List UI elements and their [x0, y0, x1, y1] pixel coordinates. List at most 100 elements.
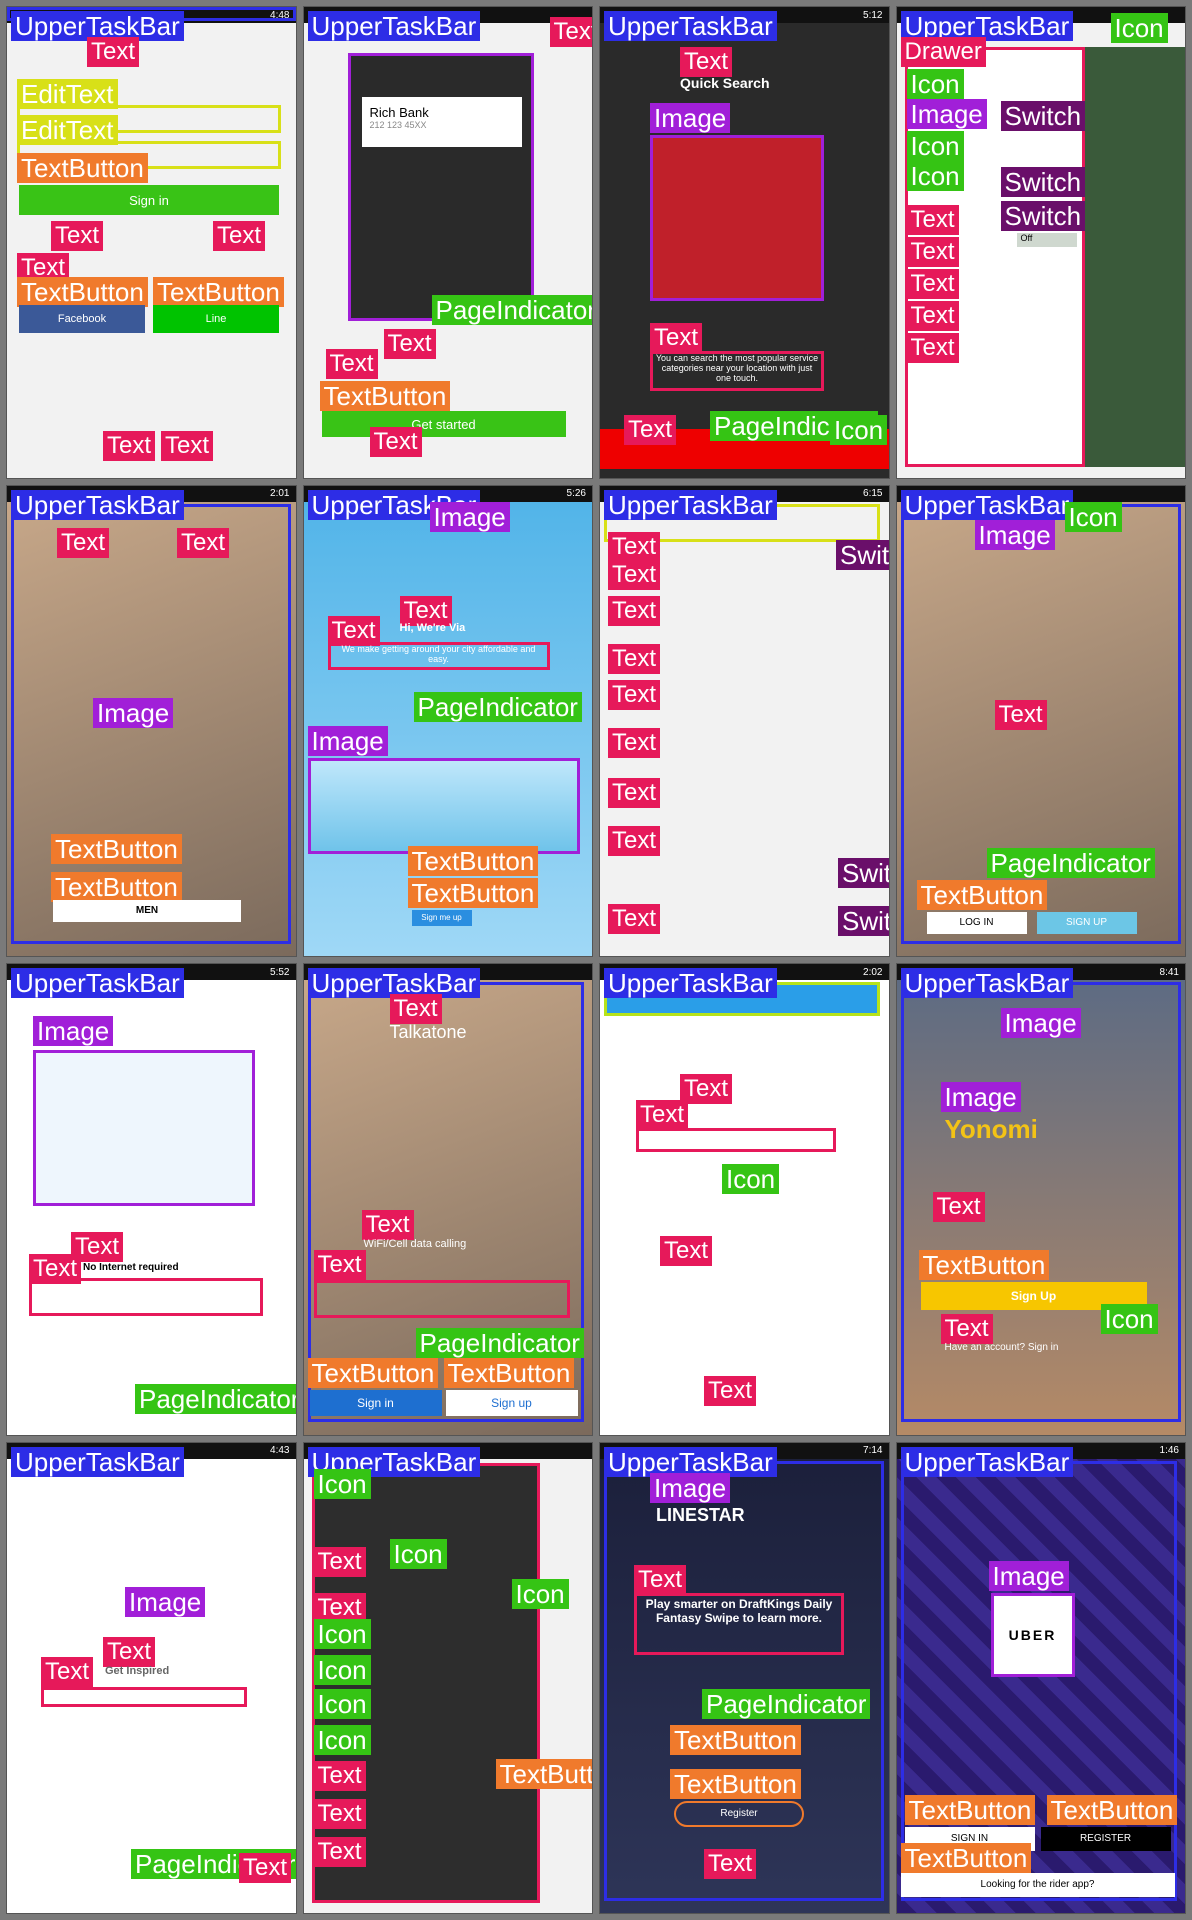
uppertaskbar-tag: UpperTaskBar — [604, 489, 777, 520]
text-tag-3: Text — [624, 415, 677, 445]
status-time: 8:41 — [1159, 966, 1179, 978]
text-tag-4: Text — [906, 301, 959, 331]
sign-me-up-button[interactable]: Sign me up — [411, 909, 472, 926]
text-tag-2: Text — [636, 1100, 689, 1130]
text-tag-3: Text — [213, 221, 266, 251]
textbutton-tag-2: TextButton — [51, 871, 182, 902]
screen-3: 5:12 UpperTaskBar Text Quick Search Imag… — [599, 6, 890, 479]
switch-tag-3: Switch — [838, 905, 889, 936]
text-tag-2: Text — [704, 1848, 757, 1879]
sign-up-button[interactable]: Sign up — [445, 1390, 578, 1416]
login-button[interactable]: LOG IN — [926, 911, 1027, 934]
text-tag-2: Text — [177, 527, 230, 558]
icon-tag-4: Icon — [313, 1618, 371, 1649]
text-tag-2: Text — [650, 323, 703, 353]
image-tag: Image — [974, 519, 1055, 550]
text-tag-3: Text — [660, 1236, 713, 1266]
screen-15: 7:14 UpperTaskBar Image LINESTAR Text Pl… — [599, 1441, 890, 1914]
screen-1: 4:48 UpperTaskBar Text EditText EditText… — [6, 6, 297, 479]
text-tag-9: Text — [608, 903, 661, 934]
caller-number: 212 123 45XX — [369, 120, 427, 130]
image-tag: Image — [33, 1016, 114, 1046]
yonomi-logo: Yonomi — [944, 1114, 1038, 1144]
screen-4: UpperTaskBar Icon Drawer Icon Image Swit… — [895, 6, 1186, 479]
background-image-box — [604, 1460, 884, 1901]
status-time: 2:02 — [863, 966, 883, 978]
text-tag-4: Text — [608, 643, 661, 674]
rider-app-button[interactable]: Looking for the rider app? — [900, 1872, 1175, 1897]
quick-search-heading: Quick Search — [680, 75, 770, 91]
text-tag-6: Text — [608, 727, 661, 758]
text-tag-7: Text — [608, 777, 661, 808]
textbutton-tag-2: TextButton — [17, 277, 148, 307]
switch-tag: Switch — [836, 539, 889, 570]
screen-12: 8:41 UpperTaskBar Image Image Yonomi Tex… — [895, 963, 1186, 1436]
signup-button[interactable]: SIGN UP — [1036, 911, 1137, 934]
textbutton-tag-2: TextButton — [670, 1768, 801, 1799]
status-time: 5:52 — [270, 966, 290, 978]
image-tag: Image — [93, 697, 174, 728]
textbutton-tag-2: TextButton — [407, 877, 539, 908]
men-button[interactable]: MEN — [53, 899, 241, 922]
switch-tag-2: Switch — [838, 857, 889, 888]
city-image — [307, 757, 580, 854]
uppertaskbar-tag: UpperTaskBar — [11, 968, 184, 998]
screen-14: UpperTaskBar Icon Icon Icon Text Text Ic… — [302, 1441, 593, 1914]
text-tag-3: Text — [325, 349, 378, 379]
text-tag-4: Text — [313, 1798, 366, 1829]
text-tag-5: Text — [313, 1836, 366, 1867]
switch-off[interactable]: Off — [1016, 233, 1077, 247]
textbutton-tag: TextButton — [51, 833, 182, 864]
text-box — [29, 1278, 263, 1316]
image-tag-2: Image — [307, 725, 388, 756]
caption: WiFi/Cell data calling — [363, 1238, 467, 1250]
pageindicator-tag: PageIndicator — [415, 1328, 584, 1358]
status-time: 6:15 — [863, 488, 883, 499]
text-tag-3: Text — [906, 269, 959, 299]
register-button[interactable]: REGISTER — [1040, 1826, 1171, 1851]
icon-tag: Icon — [1110, 13, 1168, 43]
facebook-button[interactable]: Facebook — [19, 305, 145, 333]
screen-9: 5:52 UpperTaskBar Image Text Text No Int… — [6, 963, 297, 1436]
textbutton-tag-3: TextButton — [153, 277, 284, 307]
text-box — [636, 1128, 836, 1152]
sign-in-button[interactable]: Sign in — [309, 1390, 442, 1416]
illustration-image — [33, 1050, 255, 1206]
uppertaskbar-tag: UpperTaskBar — [900, 489, 1074, 520]
textbutton-tag: TextButton — [904, 1794, 1036, 1825]
uppertaskbar-tag: UpperTaskBar — [900, 1446, 1074, 1477]
uppertaskbar-tag: UpperTaskBar — [604, 968, 777, 998]
screenshot-image — [650, 135, 824, 301]
status-time: 5:26 — [566, 488, 586, 499]
pageindicator-tag: PageIndicator — [702, 1688, 871, 1719]
textbutton-tag: TextButton — [319, 381, 451, 411]
text-tag: Text — [87, 37, 140, 67]
image-tag: Image — [906, 99, 987, 129]
text-tag-3: Text — [313, 1250, 366, 1280]
screen-13: 4:43 UpperTaskBar Image Text Get Inspire… — [6, 1441, 297, 1914]
pageindicator-tag: PageIndicator — [986, 847, 1155, 878]
text-tag: Text — [313, 1546, 366, 1577]
sign-in-button[interactable]: Sign in — [19, 185, 279, 215]
body-text: We make getting around your city afforda… — [341, 643, 536, 664]
line-button[interactable]: Line — [153, 305, 279, 333]
body-text: You can search the most popular service … — [655, 353, 819, 383]
icon-tag: Icon — [1100, 1304, 1158, 1334]
get-started-button[interactable]: Get started — [321, 411, 566, 437]
text-tag-2: Text — [361, 1210, 414, 1240]
text-box — [41, 1686, 247, 1707]
textbutton-tag: TextButton — [17, 153, 148, 183]
textbutton-tag: TextButton — [495, 1758, 593, 1789]
headline: Hi, We're Via — [399, 621, 466, 634]
login-prompt[interactable]: Have an account? Sign in — [945, 1342, 1059, 1353]
register-button[interactable]: Register — [674, 1800, 804, 1827]
text-tag-4: Text — [704, 1376, 757, 1406]
image-tag: Image — [1000, 1008, 1081, 1038]
get-inspired-heading: Get Inspired — [105, 1664, 170, 1677]
status-time: 7:14 — [863, 1445, 883, 1456]
text-tag-5: Text — [608, 679, 661, 710]
text-tag: Text — [680, 47, 733, 77]
body-text: Play smarter on DraftKings Daily Fantasy… — [645, 1596, 833, 1625]
screen-2: Rich Bank 212 123 45XX UpperTaskBar Text… — [302, 6, 593, 479]
image-tag: Image — [650, 103, 731, 133]
